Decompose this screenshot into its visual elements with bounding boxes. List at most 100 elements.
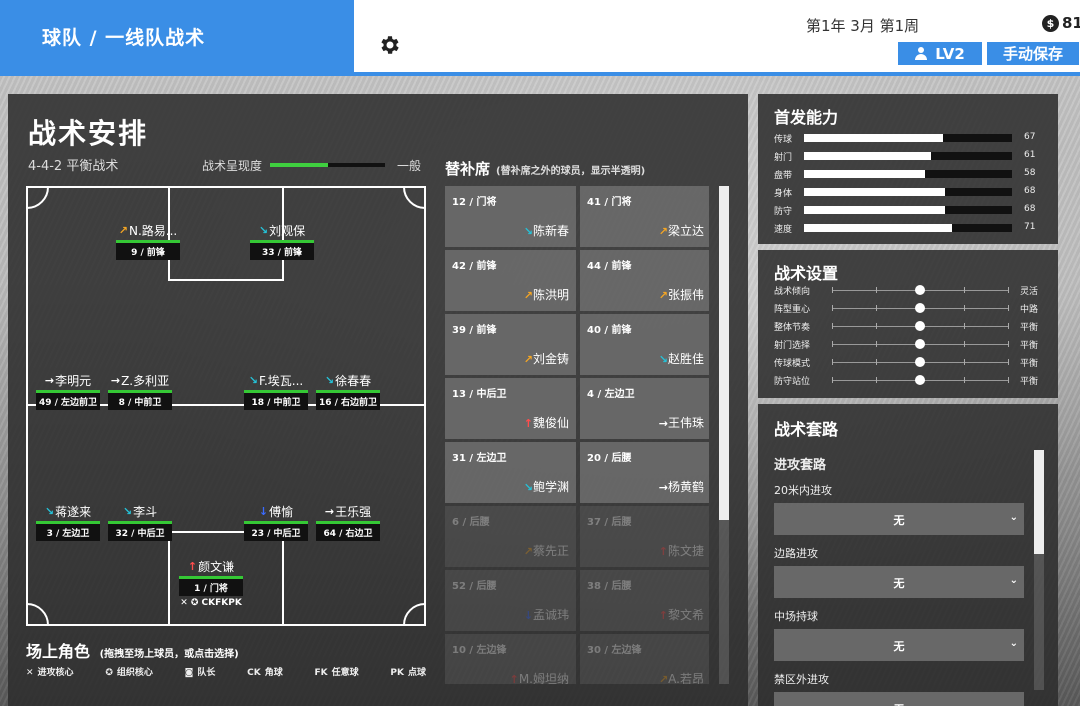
- bench-scrollbar[interactable]: [719, 186, 729, 684]
- bench-player-name-text: 赵胜佳: [667, 352, 704, 366]
- bench-player-card[interactable]: 52 / 后腰 ↓孟诚玮: [445, 570, 576, 631]
- stat-label: 传球: [774, 135, 793, 145]
- progress-fill: [270, 163, 328, 167]
- bench-scroll-thumb[interactable]: [719, 186, 729, 520]
- bench-player-position: 12 / 门将: [452, 197, 497, 208]
- direction-arrow-icon: ↑: [509, 673, 519, 684]
- setting-slider-knob[interactable]: [915, 339, 925, 349]
- bench-player-card[interactable]: 42 / 前锋 ↗陈洪明: [445, 250, 576, 311]
- route-label: 中场持球: [774, 610, 818, 623]
- setting-slider-knob[interactable]: [915, 357, 925, 367]
- role-icon: ✪: [105, 668, 113, 678]
- bench-player-name-text: 张振伟: [667, 288, 704, 302]
- route-dropdown[interactable]: 无⌄: [774, 566, 1024, 598]
- bench-grid: 12 / 门将 ↘陈新春 41 / 门将 ↗梁立达 42 / 前锋 ↗陈洪明 44 / 前锋…: [445, 186, 709, 684]
- bench-player-position: 44 / 前锋: [587, 261, 632, 272]
- ability-stat-row: 身体 68: [774, 184, 1044, 202]
- settings-title: 战术设置: [774, 264, 839, 283]
- player-name-text: 李明元: [55, 374, 92, 388]
- player-name: ↓ 傅愉: [238, 503, 314, 520]
- bench-player-card[interactable]: 20 / 后腰 →杨黄鹤: [580, 442, 709, 503]
- save-button[interactable]: 手动保存: [986, 41, 1080, 66]
- bench-player-card[interactable]: 31 / 左边卫 ↘鲍学渊: [445, 442, 576, 503]
- role-legend-item[interactable]: ◙ 队长: [185, 665, 216, 678]
- bench-player-name: ↑魏俊仙: [524, 414, 569, 431]
- stat-value: 58: [1024, 168, 1036, 178]
- bench-player-card[interactable]: 13 / 中后卫 ↑魏俊仙: [445, 378, 576, 439]
- direction-arrow-icon: ↘: [122, 505, 133, 518]
- gear-icon[interactable]: [377, 33, 401, 57]
- direction-arrow-icon: ↗: [658, 289, 668, 302]
- player-marker-cb1[interactable]: ↘ 李斗 32 / 中后卫: [102, 503, 178, 541]
- bench-player-card[interactable]: 38 / 后腰 ↑黎文希: [580, 570, 709, 631]
- player-position: 8 / 中前卫: [108, 393, 172, 410]
- bench-player-card[interactable]: 30 / 左边锋 ↗A.若昂: [580, 634, 709, 684]
- stat-bar: [804, 170, 1012, 178]
- slider-tick: [832, 305, 833, 311]
- player-position: 16 / 右边前卫: [316, 393, 380, 410]
- player-marker-rm[interactable]: ↘ 徐春春 16 / 右边前卫: [310, 372, 386, 410]
- route-dropdown[interactable]: 无⌄: [774, 503, 1024, 535]
- bench-player-name: ↘陈新春: [524, 222, 569, 239]
- player-marker-cb2[interactable]: ↓ 傅愉 23 / 中后卫: [238, 503, 314, 541]
- direction-arrow-icon: ↓: [258, 505, 269, 518]
- player-name: ↘ 李斗: [102, 503, 178, 520]
- bench-player-name: ↑黎文希: [659, 606, 704, 623]
- player-marker-cm2[interactable]: ↘ F.埃瓦... 18 / 中前卫: [238, 372, 314, 410]
- ability-stat-row: 传球 67: [774, 130, 1044, 148]
- direction-arrow-icon: →: [44, 374, 55, 387]
- level-button[interactable]: LV2: [897, 41, 983, 66]
- setting-slider-knob[interactable]: [915, 285, 925, 295]
- player-marker-lb[interactable]: ↘ 蒋遂来 3 / 左边卫: [30, 503, 106, 541]
- bench-player-card[interactable]: 37 / 后腰 ↑陈文捷: [580, 506, 709, 567]
- bench-player-card[interactable]: 6 / 后腰 ↗蔡先正: [445, 506, 576, 567]
- stat-bar: [804, 224, 1012, 232]
- bench-player-name-text: 杨黄鹤: [667, 480, 704, 494]
- slider-tick: [876, 359, 877, 365]
- slider-tick: [1008, 359, 1009, 365]
- setting-label: 阵型重心: [774, 305, 811, 315]
- bench-player-card[interactable]: 10 / 左边锋 ↑M.姆坦纳: [445, 634, 576, 684]
- route-label: 边路进攻: [774, 547, 818, 560]
- route-dropdown-value: 无: [893, 640, 905, 653]
- role-legend-item[interactable]: PK 点球: [390, 665, 426, 678]
- route-dropdown[interactable]: 无⌄: [774, 692, 1024, 706]
- slider-tick: [1008, 341, 1009, 347]
- role-legend-item[interactable]: ✪ 组织核心: [105, 665, 153, 678]
- bench-player-card[interactable]: 44 / 前锋 ↗张振伟: [580, 250, 709, 311]
- bench-player-card[interactable]: 40 / 前锋 ↘赵胜佳: [580, 314, 709, 375]
- direction-arrow-icon: ↘: [258, 224, 269, 237]
- bench-player-card[interactable]: 41 / 门将 ↗梁立达: [580, 186, 709, 247]
- setting-slider-knob[interactable]: [915, 375, 925, 385]
- role-legend-item[interactable]: FK 任意球: [314, 665, 358, 678]
- chevron-down-icon: ⌄: [1009, 575, 1018, 586]
- setting-slider-knob[interactable]: [915, 303, 925, 313]
- role-legend-item[interactable]: CK 角球: [247, 665, 283, 678]
- bench-player-card[interactable]: 4 / 左边卫 →王伟珠: [580, 378, 709, 439]
- player-position: 64 / 右边卫: [316, 524, 380, 541]
- routes-scrollbar[interactable]: [1034, 450, 1044, 690]
- player-marker-st2[interactable]: ↘ 刘观保 33 / 前锋: [244, 222, 320, 260]
- bench-player-name: ↗张振伟: [659, 286, 704, 303]
- routes-scroll-thumb[interactable]: [1034, 450, 1044, 554]
- player-marker-st1[interactable]: ↗ N.路易... 9 / 前锋: [110, 222, 186, 260]
- direction-arrow-icon: ↘: [324, 374, 335, 387]
- stat-label: 身体: [774, 189, 793, 199]
- route-dropdown[interactable]: 无⌄: [774, 629, 1024, 661]
- tactic-setting-row: 防守站位 平衡: [774, 372, 1054, 390]
- player-position: 23 / 中后卫: [244, 524, 308, 541]
- bench-player-position: 37 / 后腰: [587, 517, 632, 528]
- direction-arrow-icon: ↑: [187, 560, 198, 573]
- setting-slider-knob[interactable]: [915, 321, 925, 331]
- bench-player-name-text: M.姆坦纳: [518, 672, 569, 684]
- player-marker-cm1[interactable]: → Z.多利亚 8 / 中前卫: [102, 372, 178, 410]
- bench-player-card[interactable]: 39 / 前锋 ↗刘金铸: [445, 314, 576, 375]
- player-marker-lm[interactable]: → 李明元 49 / 左边前卫: [30, 372, 106, 410]
- player-marker-rb[interactable]: → 王乐强 64 / 右边卫: [310, 503, 386, 541]
- formation-selector[interactable]: 4-4-2 平衡战术: [28, 155, 118, 174]
- ability-stat-row: 速度 71: [774, 220, 1044, 238]
- player-marker-gk[interactable]: ↑ 颜文谦 1 / 门将 ✕ ✪ CKFKPK: [173, 558, 249, 608]
- player-name-text: 王乐强: [335, 505, 372, 519]
- role-legend-item[interactable]: ✕ 进攻核心: [26, 665, 74, 678]
- bench-player-card[interactable]: 12 / 门将 ↘陈新春: [445, 186, 576, 247]
